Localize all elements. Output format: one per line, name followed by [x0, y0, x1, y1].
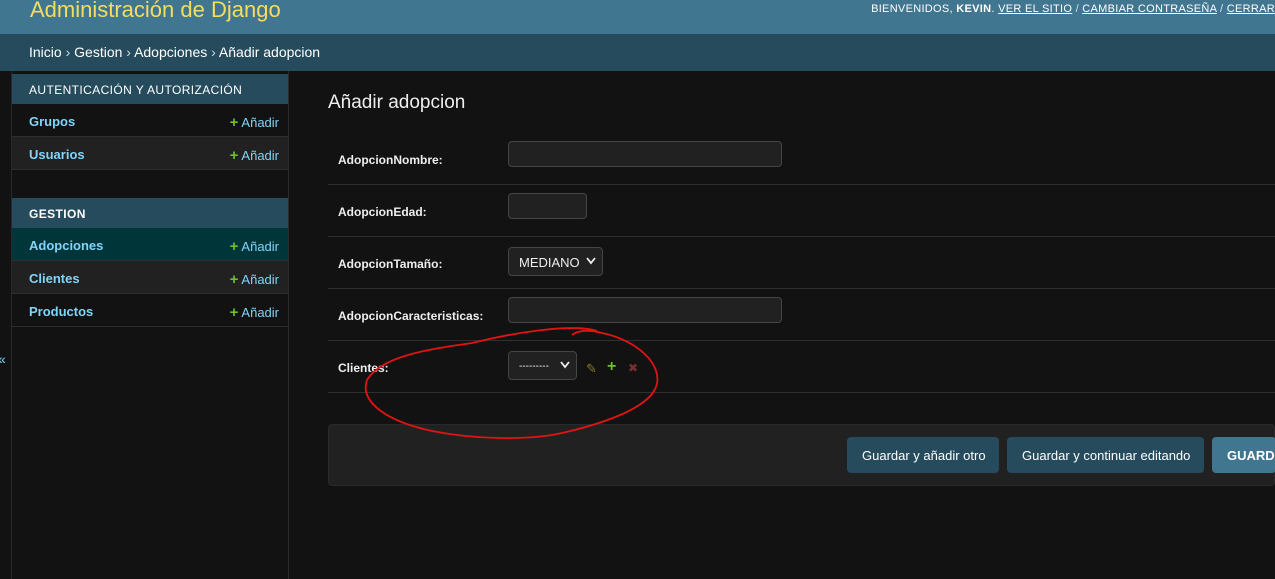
add-label: Añadir [241, 148, 279, 163]
logout-link[interactable]: CERRAR [1227, 3, 1275, 15]
username: KEVIN [956, 3, 992, 15]
add-label: Añadir [241, 239, 279, 254]
add-clientes-link[interactable]: + Añadir [230, 271, 279, 288]
view-site-link[interactable]: VER EL SITIO [998, 3, 1072, 15]
field-label-edad: AdopcionEdad: [338, 205, 427, 219]
add-adopciones-link[interactable]: + Añadir [230, 238, 279, 255]
breadcrumb-current: Añadir adopcion [218, 44, 321, 60]
breadcrumb-home[interactable]: Inicio [29, 44, 62, 60]
sidebar-item-grupos[interactable]: Grupos + Añadir [12, 104, 288, 137]
welcome-text: BIENVENIDOS, [871, 3, 953, 15]
model-link-clientes[interactable]: Clientes [29, 271, 80, 286]
form-row-edad: AdopcionEdad: [328, 185, 1275, 237]
field-label-caracteristicas: AdopcionCaracteristicas: [338, 309, 484, 323]
edad-field[interactable] [508, 193, 587, 219]
nav-sidebar-toggle[interactable]: « [0, 71, 12, 579]
model-link-usuarios[interactable]: Usuarios [29, 147, 85, 162]
breadcrumb-model[interactable]: Adopciones [134, 44, 207, 60]
add-related-icon[interactable]: + [607, 358, 616, 376]
chevron-down-icon [586, 257, 596, 265]
sidebar-item-adopciones[interactable]: Adopciones + Añadir [12, 228, 288, 261]
field-label-clientes: Clientes: [338, 361, 389, 375]
add-icon: + [229, 238, 239, 255]
sidebar-item-productos[interactable]: Productos + Añadir [12, 294, 288, 327]
breadcrumb-app[interactable]: Gestion [74, 44, 122, 60]
save-add-another-button[interactable]: Guardar y añadir otro [847, 437, 999, 473]
field-label-tamano: AdopcionTamaño: [338, 257, 443, 271]
add-label: Añadir [241, 115, 279, 130]
form-row-tamano: AdopcionTamaño: MEDIANO [328, 237, 1275, 289]
add-productos-link[interactable]: + Añadir [230, 304, 279, 321]
add-label: Añadir [241, 305, 279, 320]
edit-related-icon[interactable]: ✎ [586, 361, 597, 377]
add-icon: + [229, 114, 239, 131]
caracteristicas-field[interactable] [508, 297, 782, 323]
add-icon: + [229, 304, 239, 321]
sidebar-item-usuarios[interactable]: Usuarios + Añadir [12, 137, 288, 170]
module-caption-gestion[interactable]: Gestion [12, 198, 288, 228]
main-content: Añadir adopcion AdopcionNombre: Adopcion… [290, 71, 1275, 579]
clientes-selected-value: --------- [519, 361, 549, 372]
tamano-selected-value: MEDIANO [519, 255, 580, 270]
save-button[interactable]: GUARDAR [1212, 437, 1275, 473]
tamano-select[interactable]: MEDIANO [508, 247, 603, 276]
add-label: Añadir [241, 272, 279, 287]
nav-sidebar: Autenticación y autorización Grupos + Aña… [12, 71, 289, 579]
breadcrumb: Inicio › Gestion › Adopciones › Añadir a… [0, 34, 1275, 71]
page-title: Añadir adopcion [328, 92, 466, 113]
sidebar-item-clientes[interactable]: Clientes + Añadir [12, 261, 288, 294]
form-row-caracteristicas: AdopcionCaracteristicas: [328, 289, 1275, 341]
save-continue-button[interactable]: Guardar y continuar editando [1007, 437, 1204, 473]
model-link-grupos[interactable]: Grupos [29, 114, 75, 129]
form-row-nombre: AdopcionNombre: [328, 133, 1275, 185]
user-tools: BIENVENIDOS, KEVIN. VER EL SITIO / CAMBI… [871, 3, 1275, 15]
add-icon: + [229, 147, 239, 164]
site-title[interactable]: Administración de Django [30, 0, 281, 23]
chevron-down-icon [560, 361, 570, 369]
clientes-select[interactable]: --------- [508, 351, 577, 380]
add-grupos-link[interactable]: + Añadir [230, 114, 279, 131]
module-caption-auth[interactable]: Autenticación y autorización [12, 74, 288, 104]
module-gestion: Gestion Adopciones + Añadir Clientes + Aña… [12, 198, 288, 327]
field-label-nombre: AdopcionNombre: [338, 153, 443, 167]
collapse-sidebar-icon[interactable]: « [0, 351, 6, 367]
submit-row: Guardar y añadir otro Guardar y continua… [328, 424, 1275, 486]
add-usuarios-link[interactable]: + Añadir [230, 147, 279, 164]
delete-related-icon[interactable]: ✖ [628, 361, 638, 375]
change-password-link[interactable]: CAMBIAR CONTRASEÑA [1082, 3, 1216, 15]
form-row-clientes: Clientes: --------- ✎ + ✖ [328, 341, 1275, 393]
add-icon: + [229, 271, 239, 288]
model-link-productos[interactable]: Productos [29, 304, 93, 319]
module-auth: Autenticación y autorización Grupos + Aña… [12, 74, 288, 170]
header: Administración de Django BIENVENIDOS, KE… [0, 0, 1275, 34]
model-link-adopciones[interactable]: Adopciones [29, 238, 103, 253]
nombre-field[interactable] [508, 141, 782, 167]
